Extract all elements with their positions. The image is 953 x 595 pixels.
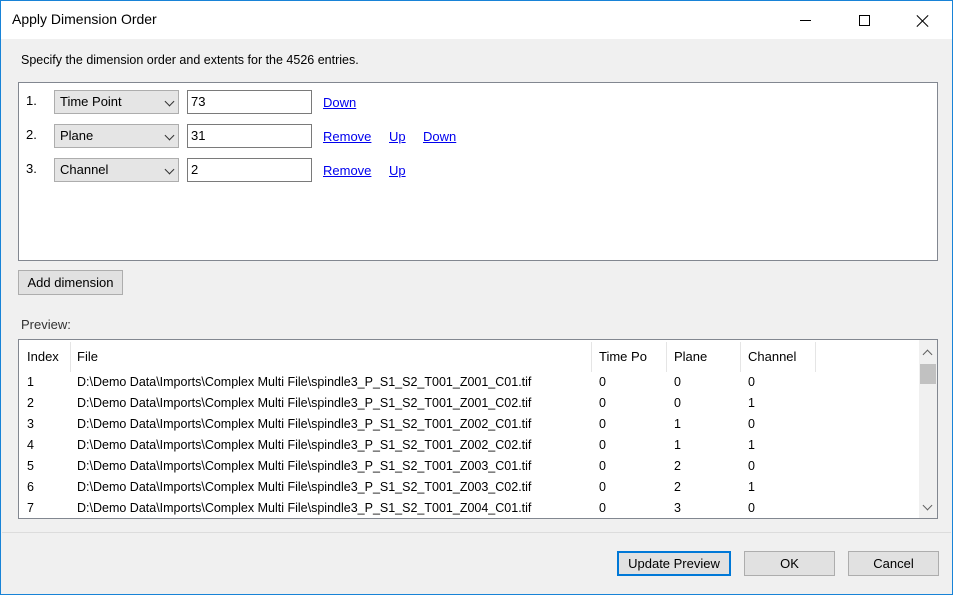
table-row[interactable]: 2 D:\Demo Data\Imports\Complex Multi File… [19, 396, 919, 417]
cell-file: D:\Demo Data\Imports\Complex Multi File\… [77, 459, 532, 473]
close-icon [916, 14, 929, 27]
scroll-down-icon[interactable] [919, 498, 937, 516]
cell-index: 7 [27, 501, 34, 515]
cell-plane: 1 [674, 438, 681, 452]
dimension-type-value: Channel [60, 162, 109, 177]
cell-channel: 0 [748, 417, 755, 431]
update-preview-button[interactable]: Update Preview [617, 551, 731, 576]
column-divider[interactable] [591, 342, 592, 372]
remove-link[interactable]: Remove [323, 129, 371, 144]
table-row[interactable]: 5 D:\Demo Data\Imports\Complex Multi File… [19, 459, 919, 480]
instruction-text: Specify the dimension order and extents … [21, 53, 359, 67]
dimension-extent-input[interactable]: 2 [187, 158, 312, 182]
cell-time-point: 0 [599, 480, 606, 494]
cell-time-point: 0 [599, 459, 606, 473]
dimension-type-select[interactable]: Time Point [54, 90, 179, 114]
cell-channel: 0 [748, 501, 755, 515]
cell-plane: 2 [674, 480, 681, 494]
table-row[interactable]: 6 D:\Demo Data\Imports\Complex Multi File… [19, 480, 919, 501]
column-divider[interactable] [70, 342, 71, 372]
dimension-row: 2. Plane 31 Remove Up Down [19, 122, 937, 148]
dimension-row: 3. Channel 2 Remove Up [19, 156, 937, 182]
footer-divider [2, 532, 951, 533]
maximize-button[interactable] [835, 1, 893, 39]
dimension-type-value: Plane [60, 128, 94, 143]
dimension-index: 1. [26, 93, 37, 108]
chevron-down-icon [164, 130, 175, 141]
dimension-extent-input[interactable]: 31 [187, 124, 312, 148]
cancel-button[interactable]: Cancel [848, 551, 939, 576]
cell-plane: 0 [674, 396, 681, 410]
column-header-index[interactable]: Index [27, 349, 59, 364]
minimize-button[interactable] [776, 1, 834, 39]
cell-channel: 1 [748, 438, 755, 452]
vertical-scrollbar[interactable] [919, 340, 937, 518]
cell-index: 1 [27, 375, 34, 389]
window-title: Apply Dimension Order [12, 11, 157, 27]
cell-channel: 0 [748, 375, 755, 389]
preview-list[interactable]: Index File Time Po Plane Channel 1 D:\Dem… [18, 339, 938, 519]
column-header-channel[interactable]: Channel [748, 349, 796, 364]
cell-plane: 2 [674, 459, 681, 473]
cell-time-point: 0 [599, 375, 606, 389]
cell-file: D:\Demo Data\Imports\Complex Multi File\… [77, 375, 532, 389]
remove-link[interactable]: Remove [323, 163, 371, 178]
table-row[interactable]: 4 D:\Demo Data\Imports\Complex Multi File… [19, 438, 919, 459]
cell-file: D:\Demo Data\Imports\Complex Multi File\… [77, 438, 532, 452]
up-link[interactable]: Up [389, 129, 406, 144]
cell-file: D:\Demo Data\Imports\Complex Multi File\… [77, 501, 532, 515]
cell-time-point: 0 [599, 396, 606, 410]
column-divider[interactable] [815, 342, 816, 372]
column-header-file[interactable]: File [77, 349, 98, 364]
table-row[interactable]: 3 D:\Demo Data\Imports\Complex Multi File… [19, 417, 919, 438]
cell-time-point: 0 [599, 417, 606, 431]
cell-index: 5 [27, 459, 34, 473]
close-button[interactable] [893, 1, 951, 39]
cell-index: 4 [27, 438, 34, 452]
title-bar: Apply Dimension Order [1, 1, 952, 39]
scroll-thumb[interactable] [920, 364, 936, 384]
scroll-up-icon[interactable] [919, 344, 937, 362]
cell-index: 2 [27, 396, 34, 410]
column-divider[interactable] [740, 342, 741, 372]
dimension-index: 2. [26, 127, 37, 142]
column-divider[interactable] [666, 342, 667, 372]
table-row[interactable]: 1 D:\Demo Data\Imports\Complex Multi File… [19, 375, 919, 396]
table-row[interactable]: 7 D:\Demo Data\Imports\Complex Multi File… [19, 501, 919, 518]
cell-index: 6 [27, 480, 34, 494]
cell-channel: 0 [748, 459, 755, 473]
cell-file: D:\Demo Data\Imports\Complex Multi File\… [77, 480, 532, 494]
preview-label: Preview: [21, 317, 71, 332]
up-link[interactable]: Up [389, 163, 406, 178]
chevron-down-icon [164, 96, 175, 107]
column-header-time-point[interactable]: Time Po [599, 349, 647, 364]
cell-plane: 3 [674, 501, 681, 515]
dimension-type-value: Time Point [60, 94, 122, 109]
cell-time-point: 0 [599, 501, 606, 515]
column-header-plane[interactable]: Plane [674, 349, 707, 364]
cell-time-point: 0 [599, 438, 606, 452]
dimension-type-select[interactable]: Channel [54, 158, 179, 182]
cell-file: D:\Demo Data\Imports\Complex Multi File\… [77, 417, 532, 431]
dimension-row: 1. Time Point 73 Down [19, 88, 937, 114]
cell-plane: 0 [674, 375, 681, 389]
ok-button[interactable]: OK [744, 551, 835, 576]
dimension-extent-input[interactable]: 73 [187, 90, 312, 114]
down-link[interactable]: Down [323, 95, 356, 110]
cell-plane: 1 [674, 417, 681, 431]
dimension-index: 3. [26, 161, 37, 176]
minimize-icon [799, 19, 811, 21]
cell-index: 3 [27, 417, 34, 431]
chevron-down-icon [164, 164, 175, 175]
down-link[interactable]: Down [423, 129, 456, 144]
dimension-type-select[interactable]: Plane [54, 124, 179, 148]
cell-file: D:\Demo Data\Imports\Complex Multi File\… [77, 396, 532, 410]
dimension-list: 1. Time Point 73 Down 2. Plane 31 Remove… [18, 82, 938, 261]
cell-channel: 1 [748, 480, 755, 494]
cell-channel: 1 [748, 396, 755, 410]
maximize-icon [858, 14, 870, 26]
add-dimension-button[interactable]: Add dimension [18, 270, 123, 295]
dialog-window: Apply Dimension Order Specify the dimens… [0, 0, 953, 595]
